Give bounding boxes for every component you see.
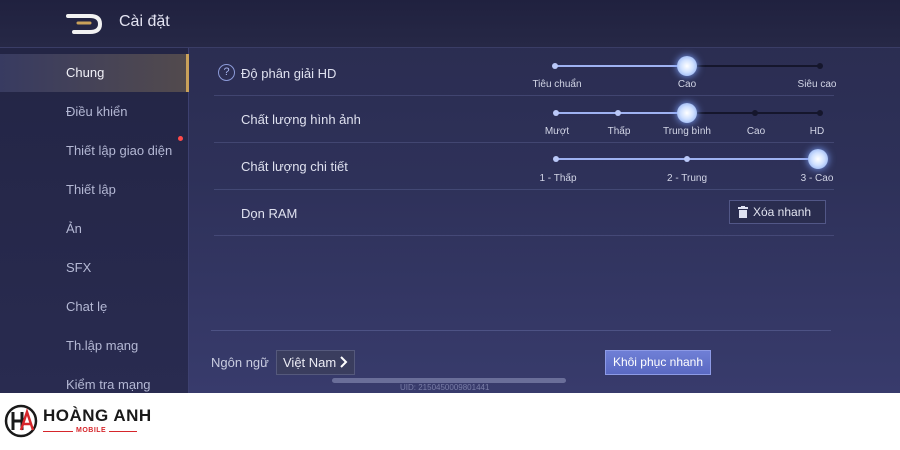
detail-tick[interactable] (684, 156, 690, 162)
clear-ram-button[interactable]: Xóa nhanh (729, 200, 826, 224)
detail-tick[interactable] (553, 156, 559, 162)
uid-text: UID: 2150450009801441 (400, 383, 490, 392)
sidebar-item-sfx[interactable]: SFX (0, 249, 189, 287)
sidebar-item-setup[interactable]: Thiết lập (0, 171, 189, 209)
help-icon[interactable]: ? (218, 64, 235, 81)
resolution-option[interactable]: Siêu cao (798, 79, 837, 90)
top-bar: Cài đặt (0, 0, 900, 48)
sidebar-item-general[interactable]: Chung (0, 54, 189, 92)
resolution-slider-knob[interactable] (677, 56, 697, 76)
sidebar-item-label: Điều khiển (66, 104, 128, 119)
settings-sidebar: Chung Điều khiển Thiết lập giao diện Thi… (0, 48, 189, 393)
graphics-option[interactable]: Trung bình (663, 126, 711, 137)
sidebar-item-label: Kiểm tra mạng (66, 377, 151, 392)
sidebar-item-network-check[interactable]: Kiểm tra mạng (0, 366, 189, 393)
language-label: Ngôn ngữ (211, 355, 269, 370)
sidebar-item-network-setup[interactable]: Th.lập mạng (0, 327, 189, 365)
graphics-tick[interactable] (752, 110, 758, 116)
graphics-quality-label: Chất lượng hình ảnh (241, 112, 361, 127)
graphics-tick[interactable] (553, 110, 559, 116)
resolution-tick[interactable] (817, 63, 823, 69)
sidebar-item-label: Chung (66, 65, 105, 80)
sidebar-item-label: Ản (66, 221, 82, 236)
brand-logo-icon (4, 404, 38, 438)
graphics-option[interactable]: Mượt (545, 126, 569, 137)
chevron-right-icon (340, 356, 348, 368)
sidebar-item-label: Thiết lập (66, 182, 116, 197)
sidebar-item-interface[interactable]: Thiết lập giao diện (0, 132, 189, 170)
detail-slider-knob[interactable] (808, 149, 828, 169)
quick-restore-button[interactable]: Khôi phục nhanh (605, 350, 711, 375)
brand-name: HOÀNG ANH (43, 406, 152, 425)
sidebar-item-controls[interactable]: Điều khiển (0, 93, 189, 131)
detail-option[interactable]: 3 - Cao (801, 173, 834, 184)
detail-option[interactable]: 2 - Trung (667, 173, 707, 184)
sidebar-item-label: Thiết lập giao diện (66, 143, 173, 158)
graphics-option[interactable]: Cao (747, 126, 765, 137)
detail-option[interactable]: 1 - Thấp (539, 173, 576, 184)
back-arrow-icon[interactable] (64, 12, 104, 36)
resolution-label: Độ phân giải HD (241, 66, 337, 81)
game-settings-screen: Cài đặt Chung Điều khiển Thiết lập giao … (0, 0, 900, 393)
graphics-option[interactable]: HD (810, 126, 824, 137)
row-divider (214, 95, 834, 96)
row-divider (214, 189, 834, 190)
brand-subtitle: MOBILE (73, 427, 110, 434)
graphics-option[interactable]: Thấp (608, 126, 631, 137)
resolution-track-empty (687, 65, 820, 67)
resolution-tick[interactable] (552, 63, 558, 69)
sidebar-item-label: Th.lập mạng (66, 338, 139, 353)
clear-ram-button-label: Xóa nhanh (753, 205, 812, 219)
trash-icon (738, 206, 748, 218)
sidebar-item-label: SFX (66, 260, 92, 275)
sidebar-item-quick-chat[interactable]: Chat lẹ (0, 288, 189, 326)
clear-ram-label: Dọn RAM (241, 206, 298, 221)
graphics-track-filled (556, 112, 687, 114)
language-value: Việt Nam (283, 355, 337, 370)
notification-dot (178, 136, 183, 141)
graphics-slider-knob[interactable] (677, 103, 697, 123)
row-divider (214, 142, 834, 143)
footer-divider (211, 330, 831, 331)
graphics-tick[interactable] (615, 110, 621, 116)
page-title: Cài đặt (119, 13, 170, 30)
sidebar-item-label: Chat lẹ (66, 299, 108, 314)
sidebar-item-sound[interactable]: Ản (0, 210, 189, 248)
row-divider (214, 235, 834, 236)
resolution-track-filled (555, 65, 687, 67)
detail-quality-label: Chất lượng chi tiết (241, 159, 348, 174)
graphics-tick[interactable] (817, 110, 823, 116)
resolution-option[interactable]: Cao (678, 79, 696, 90)
language-select-button[interactable]: Việt Nam (276, 350, 355, 375)
resolution-option[interactable]: Tiêu chuẩn (532, 79, 581, 90)
